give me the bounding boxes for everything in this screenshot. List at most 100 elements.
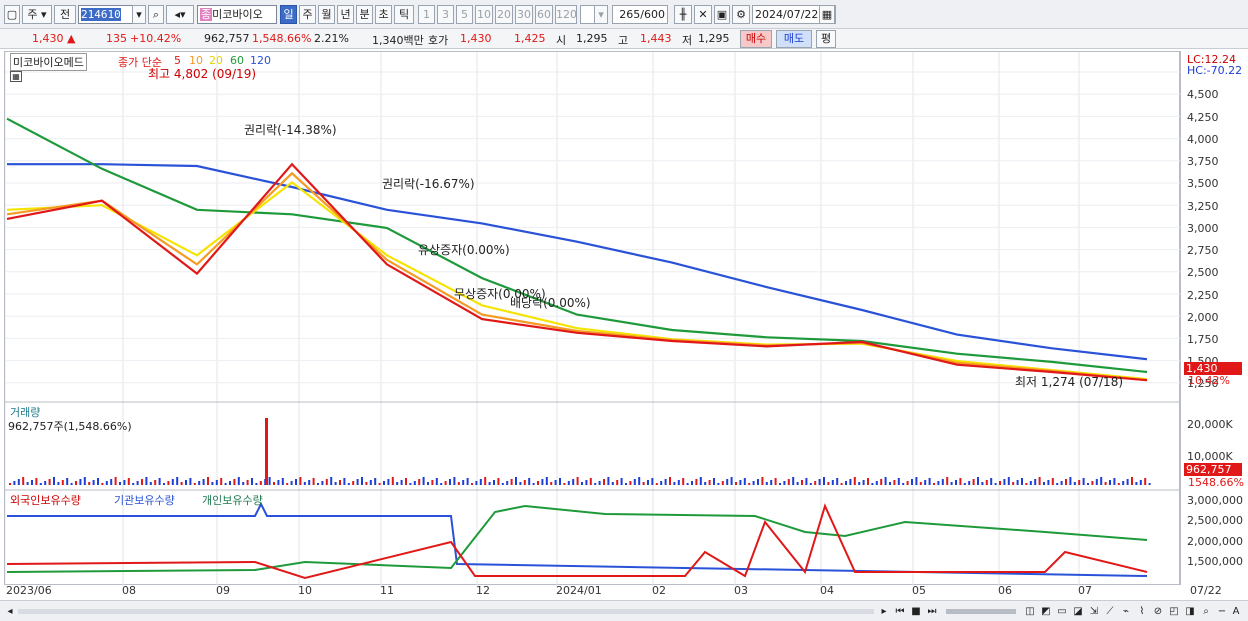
tool-icon[interactable]: ◫ — [1024, 605, 1036, 618]
ma-line-10 — [6, 171, 1148, 382]
x-tick: 07 — [1078, 584, 1092, 597]
first-page-icon[interactable]: ⏮ — [894, 605, 906, 618]
volume-bar — [273, 482, 275, 485]
volume-bar — [858, 482, 861, 485]
interval-3[interactable]: 3 — [437, 5, 454, 24]
x-tick: 08 — [122, 584, 136, 597]
volume-bar — [26, 482, 29, 485]
volume-bar — [695, 479, 698, 485]
volume-bar — [462, 480, 465, 485]
volume-bar — [1065, 479, 1067, 485]
volume-bar — [361, 477, 363, 485]
trade-amount: 1,340백만 — [372, 34, 424, 47]
tool-icon[interactable]: ⌇ — [1136, 605, 1148, 618]
volume-bar — [1122, 481, 1125, 485]
period-tick-tab[interactable]: 틱 — [394, 5, 414, 24]
volume-bar — [114, 477, 117, 485]
period-week-tab[interactable]: 주 — [299, 5, 316, 24]
volume-bar — [312, 478, 315, 485]
period-day-tab[interactable]: 일 — [280, 5, 297, 24]
holding-y-tick: 2,500,000 — [1187, 514, 1243, 527]
institution-holding-title[interactable]: 기관보유수량 — [114, 492, 175, 508]
period-second-tab[interactable]: 초 — [375, 5, 392, 24]
search-icon[interactable]: ⌕ — [148, 5, 164, 24]
volume-bar — [875, 481, 878, 485]
volume-y-tick: 20,000K — [1187, 418, 1233, 431]
interval-30[interactable]: 30 — [515, 5, 533, 24]
volume-bar — [594, 483, 597, 485]
volume-bar — [1073, 482, 1076, 485]
interval-120[interactable]: 120 — [555, 5, 577, 24]
scrollbar-track[interactable] — [18, 609, 874, 614]
volume-bar — [215, 480, 218, 485]
interval-10[interactable]: 10 — [475, 5, 493, 24]
volume-bar — [757, 479, 759, 485]
y-tick: 2,750 — [1187, 244, 1219, 257]
window-icon[interactable]: ▢ — [4, 5, 20, 24]
tool-icon[interactable]: ⊘ — [1152, 605, 1164, 618]
interval-20[interactable]: 20 — [495, 5, 513, 24]
crosshair-icon[interactable]: ✕ — [694, 5, 712, 24]
chevron-down-icon[interactable]: ▾ — [594, 5, 608, 24]
zoom-slider[interactable] — [946, 609, 1016, 614]
prev-button[interactable]: 전 — [54, 5, 76, 24]
foreign-holding-title[interactable]: 외국인보유수량 — [10, 492, 81, 508]
chart-type-select[interactable]: 주 ▾ — [22, 5, 52, 24]
tool-icon[interactable]: ◰ — [1168, 605, 1180, 618]
period-minute-tab[interactable]: 분 — [356, 5, 373, 24]
individual-holding-title[interactable]: 개인보유수량 — [202, 492, 263, 508]
tool-icon[interactable]: ▭ — [1056, 605, 1068, 618]
tool-icon[interactable]: ⌁ — [1120, 605, 1132, 618]
zoom-out-icon[interactable]: ⌕ — [1200, 605, 1212, 618]
count-input[interactable]: 265/600 — [612, 5, 668, 24]
scroll-left-icon[interactable]: ◂ — [4, 605, 16, 618]
x-tick: 12 — [476, 584, 490, 597]
volume-bar — [224, 483, 227, 485]
interval-5[interactable]: 5 — [456, 5, 473, 24]
period-year-tab[interactable]: 년 — [337, 5, 354, 24]
institution-line — [7, 501, 1148, 577]
save-icon[interactable]: ▣ — [714, 5, 730, 24]
period-month-tab[interactable]: 월 — [318, 5, 335, 24]
eval-button[interactable]: 평 — [816, 30, 836, 48]
tool-icon[interactable]: ◨ — [1184, 605, 1196, 618]
volume-bar — [611, 482, 614, 485]
volume-value: 962,757 — [204, 32, 250, 45]
calendar-icon[interactable]: ▦ — [819, 5, 835, 24]
text-size-icon[interactable]: A — [1230, 605, 1242, 618]
gear-icon[interactable]: ⚙ — [732, 5, 750, 24]
chevron-down-icon[interactable]: ▾ — [132, 5, 146, 24]
scroll-right-icon[interactable]: ▸ — [878, 605, 890, 618]
stock-name: 미코바이오 — [212, 8, 263, 21]
volume-bar — [805, 478, 808, 485]
x-tick: 02 — [652, 584, 666, 597]
chart-area[interactable] — [4, 51, 1181, 586]
volume-bar — [774, 478, 777, 485]
y-tick: 3,250 — [1187, 200, 1219, 213]
tool-icon[interactable]: ◪ — [1072, 605, 1084, 618]
interval-1[interactable]: 1 — [418, 5, 435, 24]
tool-icon[interactable]: ◩ — [1040, 605, 1052, 618]
stock-name-box[interactable]: 종미코바이오 — [197, 5, 277, 24]
stock-label[interactable]: 미코바이오메드 — [10, 53, 87, 71]
x-tick: 10 — [298, 584, 312, 597]
candle-icon[interactable]: ╫ — [674, 5, 692, 24]
table-icon[interactable]: ▦ — [10, 71, 22, 82]
volume-bar — [779, 483, 781, 485]
zoom-minus-icon[interactable]: − — [1216, 605, 1228, 618]
y-tick: 1,750 — [1187, 333, 1219, 346]
sell-button[interactable]: 매도 — [776, 30, 812, 48]
tool-icon[interactable]: ⇲ — [1088, 605, 1100, 618]
volume-bar — [347, 483, 350, 485]
volume-bar — [567, 481, 570, 485]
volume-bar — [39, 483, 42, 485]
sound-icon[interactable]: ◂▾ — [166, 5, 194, 24]
toolbar: ▢ 주 ▾ 전 214610 ▾ ⌕ ◂▾ 종미코바이오 일 주 월 년 분 초… — [0, 0, 1248, 29]
stop-icon[interactable]: ■ — [910, 605, 922, 618]
volume-bar — [48, 479, 51, 485]
last-page-icon[interactable]: ⏭ — [926, 605, 938, 618]
buy-button[interactable]: 매수 — [740, 30, 772, 48]
interval-60[interactable]: 60 — [535, 5, 553, 24]
volume-bar — [638, 477, 641, 485]
tool-icon[interactable]: ⟋ — [1104, 605, 1116, 618]
